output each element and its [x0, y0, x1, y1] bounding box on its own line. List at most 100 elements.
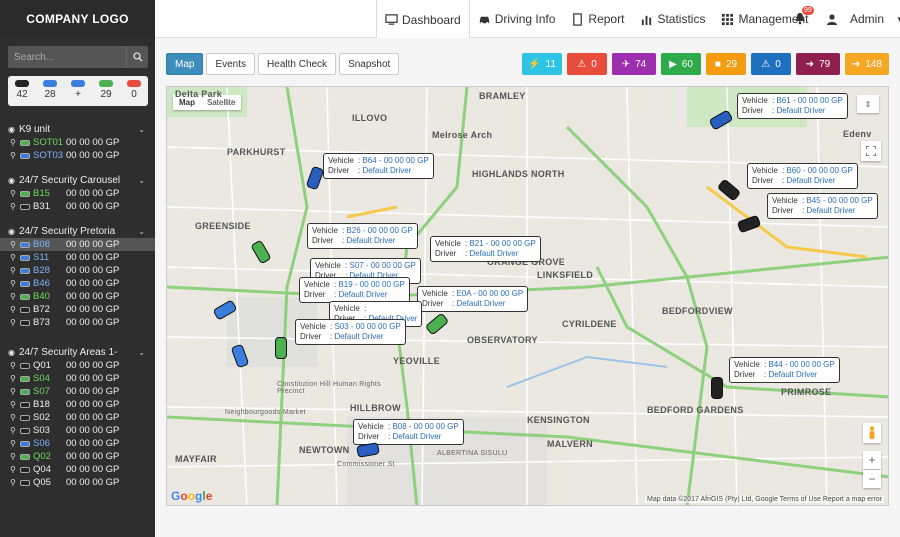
street-view-pegman[interactable]	[863, 423, 881, 443]
vehicle-count-1[interactable]: 28	[43, 76, 57, 106]
vehicle-list-item[interactable]: ⚲ Q02 00 00 00 GP	[0, 450, 155, 463]
map-view[interactable]: Map Satellite Delta Park ILLOVO Melrose Ar…	[166, 86, 889, 506]
chevron-down-icon[interactable]: ⌄	[138, 176, 145, 185]
nav-report[interactable]: Report	[563, 0, 632, 38]
vehicle-list-item[interactable]: ⚲ B73 00 00 00 GP	[0, 316, 155, 329]
vehicle-info-popup[interactable]: Vehicle: S03 - 00 00 00 GP Driver: Defaul…	[295, 319, 406, 345]
vehicle-list-item[interactable]: ⚲ B28 00 00 00 GP	[0, 264, 155, 277]
vehicle-info-popup[interactable]: Vehicle: B60 - 00 00 00 GP Driver: Defaul…	[747, 163, 858, 189]
vehicle-list-item[interactable]: ⚲ B08 00 00 00 GP	[0, 238, 155, 251]
location-pin-icon[interactable]: ⚲	[10, 400, 17, 409]
vehicle-group-header[interactable]: ◉ K9 unit ⌄	[0, 122, 155, 136]
notifications-button[interactable]: 99	[794, 6, 814, 28]
location-pin-icon[interactable]: ⚲	[10, 478, 17, 487]
vehicle-count-2[interactable]: +	[71, 76, 85, 106]
zoom-in-button[interactable]: +	[863, 451, 881, 469]
tab-map[interactable]: Map	[166, 53, 204, 75]
status-counter-7[interactable]: ➔ 148	[845, 53, 889, 75]
status-counter-4[interactable]: ■ 29	[706, 53, 746, 75]
nav-statistics[interactable]: Statistics	[632, 0, 713, 38]
search-icon	[132, 52, 142, 62]
vehicle-list-item[interactable]: ⚲ B15 00 00 00 GP	[0, 187, 155, 200]
chevron-down-icon[interactable]: ⌄	[138, 125, 145, 134]
vehicle-group-header[interactable]: ◉ 24/7 Security Carousel ⌄	[0, 173, 155, 187]
company-logo[interactable]: COMPANY LOGO	[0, 0, 155, 38]
vehicle-count-0[interactable]: 42	[15, 76, 29, 106]
vehicle-list-item[interactable]: ⚲ B18 00 00 00 GP	[0, 398, 155, 411]
vehicle-list-item[interactable]: ⚲ Q01 00 00 00 GP	[0, 359, 155, 372]
vehicle-info-popup[interactable]: Vehicle: B26 - 00 00 00 GP Driver: Defaul…	[307, 223, 418, 249]
vehicle-info-popup[interactable]: Vehicle: B45 - 00 00 00 GP Driver: Defaul…	[767, 193, 878, 219]
car-icon	[20, 267, 30, 274]
nav-driving-info[interactable]: Driving Info	[470, 0, 564, 38]
status-counter-2[interactable]: ✈ 74	[612, 53, 656, 75]
vehicle-list-item[interactable]: ⚲ S04 00 00 00 GP	[0, 372, 155, 385]
vehicle-list-item[interactable]: ⚲ Q05 00 00 00 GP	[0, 476, 155, 489]
location-pin-icon[interactable]: ⚲	[10, 279, 17, 288]
location-pin-icon[interactable]: ⚲	[10, 189, 17, 198]
user-menu[interactable]: Admin ▼	[826, 0, 900, 38]
vehicle-list-item[interactable]: ⚲ S02 00 00 00 GP	[0, 411, 155, 424]
location-pin-icon[interactable]: ⚲	[10, 138, 17, 147]
vehicle-marker[interactable]	[275, 337, 287, 359]
status-counter-1[interactable]: ⚠ 0	[567, 53, 607, 75]
status-counter-3[interactable]: ▶ 60	[661, 53, 701, 75]
vehicle-info-popup[interactable]: Vehicle: E0A - 00 00 00 GP Driver: Defaul…	[417, 286, 529, 312]
location-pin-icon[interactable]: ⚲	[10, 439, 17, 448]
vehicle-count-4[interactable]: 0	[127, 76, 141, 106]
vehicle-info-popup[interactable]: Vehicle: B21 - 00 00 00 GP Driver: Defaul…	[430, 236, 541, 262]
status-counter-5[interactable]: ⚠ 0	[751, 53, 791, 75]
location-pin-icon[interactable]: ⚲	[10, 266, 17, 275]
location-pin-icon[interactable]: ⚲	[10, 305, 17, 314]
vehicle-info-popup[interactable]: Vehicle: B19 - 00 00 00 GP Driver: Defaul…	[299, 277, 410, 303]
tab-snapshot[interactable]: Snapshot	[339, 53, 400, 75]
tab-events[interactable]: Events	[206, 53, 256, 75]
nav-dashboard[interactable]: Dashboard	[376, 0, 470, 39]
fullscreen-button[interactable]	[861, 141, 881, 161]
location-pin-icon[interactable]: ⚲	[10, 361, 17, 370]
location-pin-icon[interactable]: ⚲	[10, 452, 17, 461]
vehicle-list-item[interactable]: ⚲ B40 00 00 00 GP	[0, 290, 155, 303]
car-icon	[20, 306, 30, 313]
vehicle-marker[interactable]	[711, 377, 723, 399]
vehicle-list-item[interactable]: ⚲ Q04 00 00 00 GP	[0, 463, 155, 476]
tab-health-check[interactable]: Health Check	[258, 53, 337, 75]
location-pin-icon[interactable]: ⚲	[10, 465, 17, 474]
vehicle-info-popup[interactable]: Vehicle: B44 - 00 00 00 GP Driver: Defaul…	[729, 357, 840, 383]
driver-key: Driver	[300, 332, 322, 341]
location-pin-icon[interactable]: ⚲	[10, 292, 17, 301]
search-input[interactable]: Search...	[8, 52, 126, 63]
location-pin-icon[interactable]: ⚲	[10, 240, 17, 249]
vehicle-list-item[interactable]: ⚲ SOT03 00 00 00 GP	[0, 149, 155, 162]
vehicle-list-item[interactable]: ⚲ S03 00 00 00 GP	[0, 424, 155, 437]
location-pin-icon[interactable]: ⚲	[10, 374, 17, 383]
chevron-down-icon[interactable]: ⌄	[138, 227, 145, 236]
vehicle-list-item[interactable]: ⚲ B72 00 00 00 GP	[0, 303, 155, 316]
status-counter-6[interactable]: ➜ 79	[796, 53, 840, 75]
vehicle-list-item[interactable]: ⚲ S06 00 00 00 GP	[0, 437, 155, 450]
vehicle-info-popup[interactable]: Vehicle: B64 - 00 00 00 GP Driver: Defaul…	[323, 153, 434, 179]
location-pin-icon[interactable]: ⚲	[10, 413, 17, 422]
location-pin-icon[interactable]: ⚲	[10, 151, 17, 160]
vehicle-list-item[interactable]: ⚲ SOT01 00 00 00 GP	[0, 136, 155, 149]
vehicle-group-header[interactable]: ◉ 24/7 Security Areas 1- ⌄	[0, 345, 155, 359]
location-pin-icon[interactable]: ⚲	[10, 318, 17, 327]
vehicle-list-item[interactable]: ⚲ S07 00 00 00 GP	[0, 385, 155, 398]
location-pin-icon[interactable]: ⚲	[10, 387, 17, 396]
map-attribution[interactable]: Map data ©2017 AfriGIS (Pty) Ltd, Google…	[645, 496, 884, 503]
location-pin-icon[interactable]: ⚲	[10, 202, 17, 211]
zoom-out-button[interactable]: −	[863, 470, 881, 488]
map-scroll-select[interactable]: ⇕	[857, 95, 879, 113]
search-button[interactable]	[126, 46, 148, 68]
vehicle-list-item[interactable]: ⚲ B31 00 00 00 GP	[0, 200, 155, 213]
vehicle-list-item[interactable]: ⚲ B46 00 00 00 GP	[0, 277, 155, 290]
vehicle-group-header[interactable]: ◉ 24/7 Security Pretoria ⌄	[0, 224, 155, 238]
vehicle-list-item[interactable]: ⚲ S11 00 00 00 GP	[0, 251, 155, 264]
status-counter-0[interactable]: ⚡ 11	[522, 53, 562, 75]
vehicle-info-popup[interactable]: Vehicle: B61 - 00 00 00 GP Driver: Defaul…	[737, 93, 848, 119]
vehicle-count-3[interactable]: 29	[99, 76, 113, 106]
location-pin-icon[interactable]: ⚲	[10, 253, 17, 262]
location-pin-icon[interactable]: ⚲	[10, 426, 17, 435]
chevron-down-icon[interactable]: ⌄	[138, 348, 145, 357]
vehicle-info-popup[interactable]: Vehicle: B08 - 00 00 00 GP Driver: Defaul…	[353, 419, 464, 445]
